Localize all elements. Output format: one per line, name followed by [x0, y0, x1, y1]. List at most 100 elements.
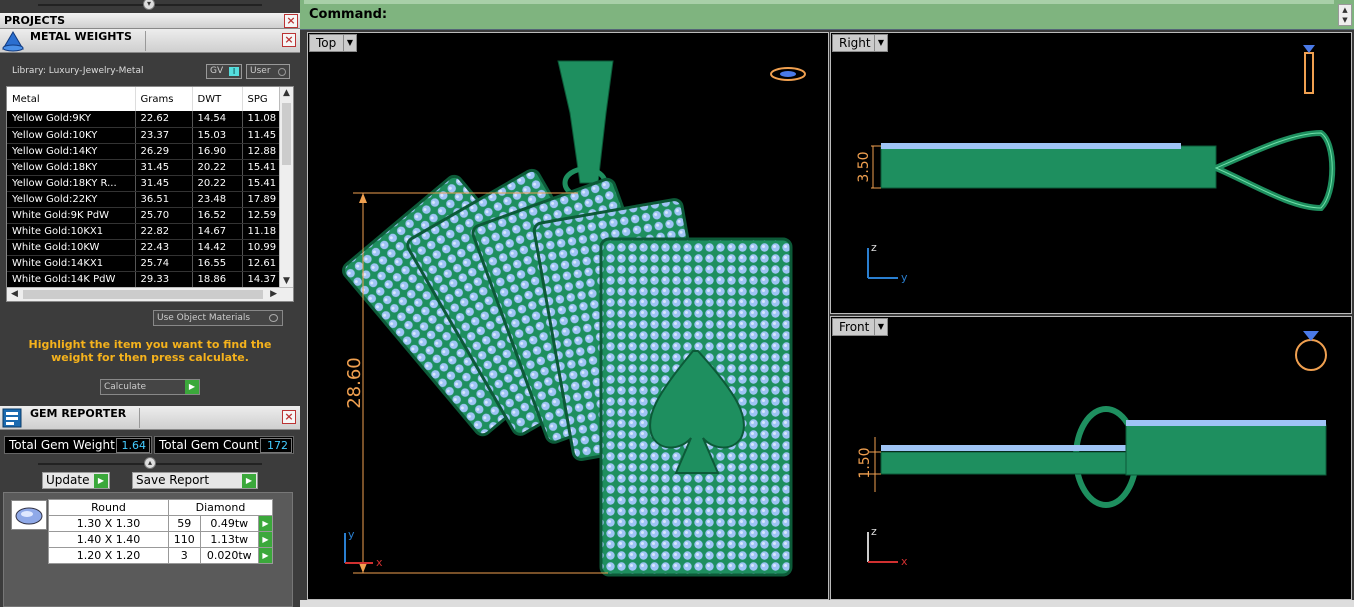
table-cell: 23.48: [192, 191, 243, 208]
table-cell: 16.55: [192, 255, 243, 272]
front-axis-z-label: z: [871, 525, 877, 538]
table-horizontal-scrollbar[interactable]: ◀ ▶: [7, 287, 293, 301]
gem-weight: 1.13tw: [199, 531, 260, 548]
col-grams[interactable]: Grams: [135, 87, 193, 111]
table-row[interactable]: White Gold:10KW 22.43 14.42 10.99: [7, 239, 291, 256]
table-cell: 26.29: [135, 143, 193, 160]
total-gem-weight-value: 1.64: [116, 438, 150, 453]
table-cell: 20.22: [192, 159, 243, 176]
scroll-left-icon[interactable]: ◀: [11, 289, 18, 299]
table-row[interactable]: Yellow Gold:18KY 31.45 20.22 15.41: [7, 159, 291, 176]
metal-weights-header: METAL WEIGHTS ×: [0, 29, 300, 53]
table-cell: 16.90: [192, 143, 243, 160]
table-cell: Yellow Gold:9KY: [7, 111, 136, 128]
panel-splitter[interactable]: ▾: [0, 0, 300, 13]
col-dwt[interactable]: DWT: [192, 87, 243, 111]
table-row[interactable]: Yellow Gold:22KY 36.51 23.48 17.89: [7, 191, 291, 208]
col-metal[interactable]: Metal: [7, 87, 136, 111]
scroll-down-icon[interactable]: ▼: [283, 276, 290, 286]
table-row[interactable]: Yellow Gold:10KY 23.37 15.03 11.45: [7, 127, 291, 144]
save-report-button[interactable]: Save Report ▶: [132, 472, 258, 489]
table-row[interactable]: Yellow Gold:14KY 26.29 16.90 12.88: [7, 143, 291, 160]
gem-size: 1.30 X 1.30: [48, 515, 169, 532]
gem-row[interactable]: 1.30 X 1.30 59 0.49tw ▶: [48, 515, 273, 532]
vertical-scroll-thumb[interactable]: [282, 103, 291, 165]
command-scroll-icon[interactable]: ▲ ▼: [1338, 4, 1352, 26]
table-cell: 16.52: [192, 207, 243, 224]
front-view-navigator-icon[interactable]: [1295, 331, 1327, 371]
calculate-button[interactable]: Calculate ▶: [100, 379, 200, 395]
table-cell: 15.03: [192, 127, 243, 144]
splitter-knob-icon[interactable]: ▾: [143, 0, 155, 10]
table-cell: Yellow Gold:22KY: [7, 191, 136, 208]
gem-row[interactable]: 1.20 X 1.20 3 0.020tw ▶: [48, 547, 273, 564]
metal-weights-table: Metal Grams DWT SPG Yellow Gold:9KY 22.62…: [6, 86, 294, 302]
table-cell: Yellow Gold:10KY: [7, 127, 136, 144]
table-row[interactable]: White Gold:14KX1 25.74 16.55 12.61: [7, 255, 291, 272]
right-dim: 3.50: [856, 151, 872, 182]
table-row[interactable]: Yellow Gold:18KY R... 31.45 20.22 15.41: [7, 175, 291, 192]
table-cell: 25.74: [135, 255, 193, 272]
update-button[interactable]: Update ▶: [42, 472, 110, 489]
table-cell: White Gold:9K PdW: [7, 207, 136, 224]
horizontal-scroll-thumb[interactable]: [23, 290, 263, 299]
top-dim-height: 28.60: [344, 357, 365, 409]
top-viewport[interactable]: Top ▼ 28.60 y x: [307, 32, 829, 600]
gem-count: 110: [168, 531, 201, 548]
round-diamond-icon[interactable]: [11, 500, 47, 530]
right-axis-y-label: y: [901, 271, 908, 284]
gem-size: 1.40 X 1.40: [48, 531, 169, 548]
table-row[interactable]: White Gold:10KX1 22.82 14.67 11.18: [7, 223, 291, 240]
table-cell: White Gold:10KW: [7, 239, 136, 256]
close-gem-reporter-icon[interactable]: ×: [282, 410, 296, 424]
table-cell: 29.33: [135, 271, 193, 288]
projects-header: PROJECTS ×: [0, 13, 300, 29]
gv-toggle[interactable]: GV I: [206, 64, 242, 79]
table-row[interactable]: Yellow Gold:9KY 22.62 14.54 11.08: [7, 111, 291, 128]
table-cell: 36.51: [135, 191, 193, 208]
close-metal-weights-icon[interactable]: ×: [282, 33, 296, 47]
user-radio-icon: [278, 68, 286, 76]
table-cell: 14.67: [192, 223, 243, 240]
table-cell: White Gold:10KX1: [7, 223, 136, 240]
table-cell: 31.45: [135, 175, 193, 192]
metal-weights-title: METAL WEIGHTS: [30, 30, 132, 43]
table-cell: 22.62: [135, 111, 193, 128]
projects-title: PROJECTS: [4, 14, 65, 27]
metal-weights-icon: [2, 31, 24, 52]
gem-row[interactable]: 1.40 X 1.40 110 1.13tw ▶: [48, 531, 273, 548]
gem-weight: 0.49tw: [199, 515, 260, 532]
table-row[interactable]: White Gold:14K PdW 29.33 18.86 14.37: [7, 271, 291, 288]
right-viewport[interactable]: Right ▼ 3.50 z y: [830, 32, 1352, 314]
library-label: Library: Luxury-Jewelry-Metal: [12, 66, 144, 76]
scroll-up-icon[interactable]: ▲: [283, 88, 290, 98]
table-cell: 20.22: [192, 175, 243, 192]
table-cell: 14.42: [192, 239, 243, 256]
gem-select-go-icon[interactable]: ▶: [258, 515, 273, 532]
gem-size: 1.20 X 1.20: [48, 547, 169, 564]
close-projects-icon[interactable]: ×: [284, 14, 298, 28]
table-cell: Yellow Gold:14KY: [7, 143, 136, 160]
use-object-materials-toggle[interactable]: Use Object Materials: [153, 310, 283, 326]
gem-splitter-knob-icon[interactable]: ▴: [144, 457, 156, 469]
gem-select-go-icon[interactable]: ▶: [258, 531, 273, 548]
right-view-navigator-icon[interactable]: [1303, 45, 1315, 94]
gem-count: 3: [168, 547, 201, 564]
table-cell: 14.54: [192, 111, 243, 128]
front-viewport[interactable]: Front ▼ 1.50 z x: [830, 316, 1352, 600]
total-gem-count-value: 172: [260, 438, 292, 453]
table-row[interactable]: White Gold:9K PdW 25.70 16.52 12.59: [7, 207, 291, 224]
front-view-canvas: 1.50 z x: [857, 331, 1327, 568]
top-axis-y-label: y: [348, 528, 355, 541]
table-vertical-scrollbar[interactable]: ▲ ▼: [279, 87, 293, 287]
save-report-go-icon: ▶: [242, 474, 256, 488]
user-toggle[interactable]: User: [246, 64, 290, 79]
gem-select-go-icon[interactable]: ▶: [258, 547, 273, 564]
gem-table: Round Diamond 1.30 X 1.30 59 0.49tw ▶ 1.40 X…: [48, 499, 273, 564]
gem-weight: 0.020tw: [199, 547, 260, 564]
calculate-go-icon[interactable]: ▶: [185, 380, 199, 394]
gem-reporter-header: GEM REPORTER ×: [0, 406, 300, 430]
right-view-canvas: 3.50 z y: [856, 45, 1336, 284]
scroll-right-icon[interactable]: ▶: [270, 289, 277, 299]
command-input[interactable]: [380, 5, 1330, 24]
